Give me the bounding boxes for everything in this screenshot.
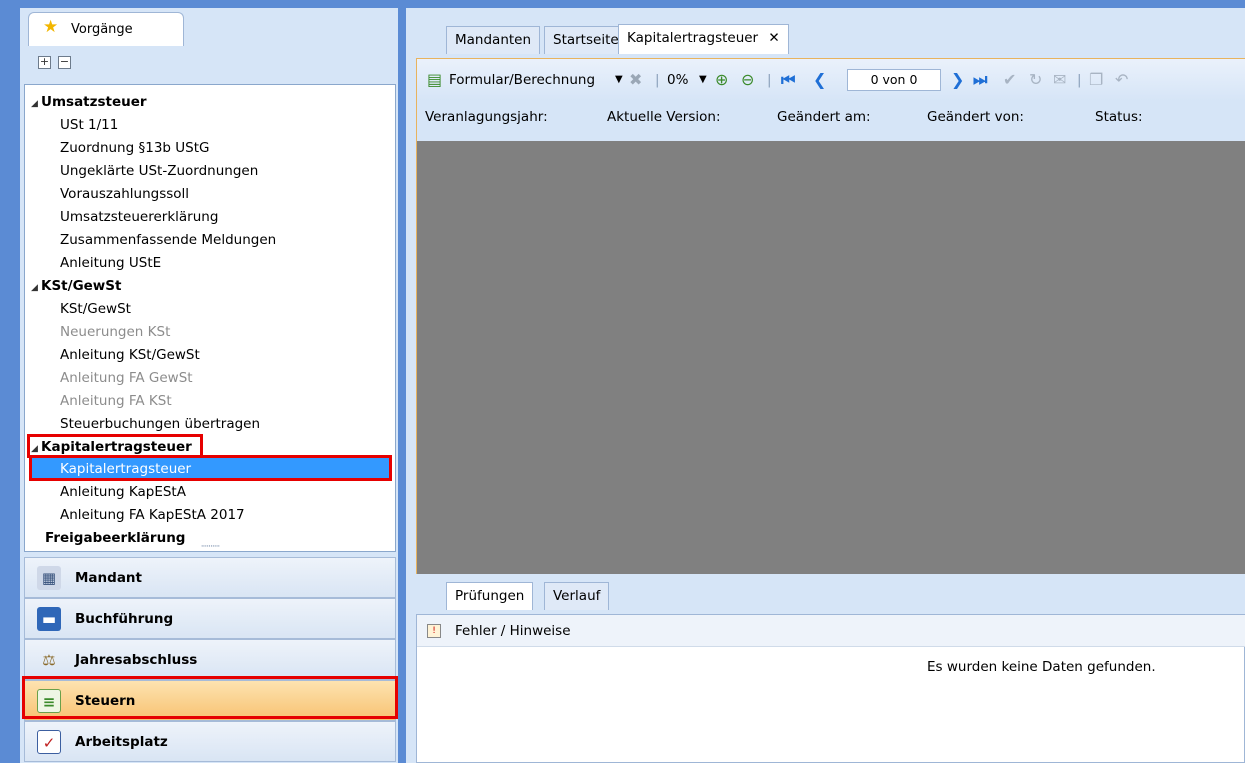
column-status: Status: xyxy=(1095,109,1143,125)
previous-page-icon[interactable]: ❮ xyxy=(813,70,826,90)
tree-group-freigabeerklaerung[interactable]: Freigabeerklärung xyxy=(45,527,185,550)
tree-item[interactable]: Zusammenfassende Meldungen xyxy=(60,229,276,252)
empty-message: Es wurden keine Daten gefunden. xyxy=(927,659,1156,675)
checklist-icon: ✓ xyxy=(37,730,61,754)
tree-item-disabled: Neuerungen KSt xyxy=(60,324,171,340)
last-page-icon[interactable]: ⏭ xyxy=(973,70,987,90)
close-icon[interactable]: ✕ xyxy=(768,30,779,46)
nav-button-steuern[interactable]: ≡ Steuern xyxy=(24,680,396,721)
undo-icon: ↶ xyxy=(1115,70,1129,89)
tree-item[interactable]: Anleitung FA KapEStA 2017 xyxy=(60,504,245,527)
expand-all-icon[interactable]: + xyxy=(38,56,51,69)
zoom-dropdown[interactable]: 0% xyxy=(667,69,688,91)
tree-item[interactable]: USt 1/11 xyxy=(60,114,118,137)
tab-mandanten[interactable]: Mandanten xyxy=(446,26,541,54)
tree-item[interactable]: Anleitung KSt/GewSt xyxy=(60,344,200,367)
tree-item-selected[interactable]: Kapitalertragsteuer xyxy=(30,458,392,481)
check-icon: ✔ xyxy=(1003,70,1017,89)
left-tabbar: ★ Vorgänge xyxy=(20,8,398,48)
tab-pruefungen[interactable]: Prüfungen xyxy=(446,582,534,610)
tab-kapitalertragsteuer[interactable]: Kapitalertragsteuer ✕ xyxy=(618,24,789,54)
form-icon: ▤ xyxy=(427,70,443,89)
application-window: ★ Vorgänge + − ◢ Umsatzsteuer USt 1/11 Zu… xyxy=(0,0,1245,763)
tree-item[interactable]: Steuerbuchungen übertragen xyxy=(60,413,260,436)
chevron-down-icon[interactable]: ▼ xyxy=(615,69,623,91)
star-icon: ★ xyxy=(43,17,59,37)
expanded-triangle-icon[interactable]: ◢ xyxy=(27,277,41,300)
collapse-all-icon[interactable]: − xyxy=(58,56,71,69)
delete-icon: ✖ xyxy=(629,70,643,89)
toolbar-separator: | xyxy=(767,72,772,88)
tree-item[interactable]: Anleitung KapEStA xyxy=(60,481,186,504)
column-geaendert-am: Geändert am: xyxy=(777,109,871,125)
nav-button-arbeitsplatz[interactable]: ✓ Arbeitsplatz xyxy=(24,721,396,762)
form-header-fields: Veranlagungsjahr: Aktuelle Version: Geän… xyxy=(417,101,1245,141)
first-page-icon[interactable]: ⏮ xyxy=(781,70,795,90)
tree-toolbar: + − xyxy=(24,50,396,84)
column-veranlagungsjahr: Veranlagungsjahr: xyxy=(425,109,548,125)
toolbar-separator: | xyxy=(1077,72,1082,88)
mail-icon: ✉ xyxy=(1053,70,1067,89)
messages-header[interactable]: ! Fehler / Hinweise xyxy=(417,615,1245,647)
form-toolbar: ▤ Formular/Berechnung ▼ ✖ | 0% ▼ ⊕ ⊖ | ⏮… xyxy=(417,59,1245,101)
splitter-grip[interactable]: ·········· xyxy=(180,543,240,552)
stack-icon: ❐ xyxy=(1089,70,1104,89)
nav-button-buchfuehrung[interactable]: ▬ Buchführung xyxy=(24,598,396,639)
tab-verlauf[interactable]: Verlauf xyxy=(544,582,610,610)
document-area: Mandanten Startseite Kapitalertragsteuer… xyxy=(406,8,1245,763)
form-dropdown[interactable]: Formular/Berechnung xyxy=(449,69,595,91)
column-aktuelle-version: Aktuelle Version: xyxy=(607,109,721,125)
expanded-triangle-icon[interactable]: ◢ xyxy=(27,93,41,116)
book-icon: ▬ xyxy=(37,607,61,631)
warning-list-icon: ! xyxy=(427,624,441,638)
tree-group-kapitalertragsteuer[interactable]: ◢ Kapitalertragsteuer xyxy=(27,436,192,459)
scales-icon: ⚖ xyxy=(42,651,56,669)
chevron-down-icon[interactable]: ▼ xyxy=(699,69,707,91)
tree-item[interactable]: Zuordnung §13b UStG xyxy=(60,137,209,160)
tab-vorgaenge-label: Vorgänge xyxy=(71,22,133,37)
process-tree: ◢ Umsatzsteuer USt 1/11 Zuordnung §13b US… xyxy=(24,84,396,552)
column-geaendert-von: Geändert von: xyxy=(927,109,1024,125)
refresh-icon: ↻ xyxy=(1029,70,1043,89)
toolbar-separator: | xyxy=(655,72,660,88)
document-tabs: Mandanten Startseite Kapitalertragsteuer… xyxy=(406,8,1245,56)
tree-item[interactable]: KSt/GewSt xyxy=(60,298,131,321)
tab-startseite[interactable]: Startseite xyxy=(544,26,628,54)
next-page-icon[interactable]: ❯ xyxy=(951,70,964,90)
form-content-area xyxy=(417,141,1245,574)
tree-item-disabled: Anleitung FA KSt xyxy=(60,393,172,409)
tree-item[interactable]: Anleitung UStE xyxy=(60,252,161,275)
tree-item-disabled: Anleitung FA GewSt xyxy=(60,370,193,386)
zoom-in-icon[interactable]: ⊕ xyxy=(715,70,728,90)
tree-item[interactable]: Umsatzsteuererklärung xyxy=(60,206,218,229)
tree-group-kst-gewst[interactable]: ◢ KSt/GewSt xyxy=(27,275,121,298)
nav-button-jahresabschluss[interactable]: ⚖ Jahresabschluss xyxy=(24,639,396,680)
zoom-out-icon[interactable]: ⊖ xyxy=(741,70,754,90)
bottom-tabs: Prüfungen Verlauf xyxy=(406,576,1245,616)
tab-vorgaenge[interactable]: ★ Vorgänge xyxy=(28,12,184,46)
messages-panel: ! Fehler / Hinweise Es wurden keine Date… xyxy=(416,614,1245,763)
tax-form-icon: ≡ xyxy=(37,689,61,713)
form-frame: ▤ Formular/Berechnung ▼ ✖ | 0% ▼ ⊕ ⊖ | ⏮… xyxy=(416,58,1245,574)
nav-button-mandant[interactable]: ▦ Mandant xyxy=(24,557,396,598)
tree-item[interactable]: Ungeklärte USt-Zuordnungen xyxy=(60,160,258,183)
left-panel: ★ Vorgänge + − ◢ Umsatzsteuer USt 1/11 Zu… xyxy=(20,8,398,763)
page-counter-input[interactable]: 0 von 0 xyxy=(847,69,941,91)
building-icon: ▦ xyxy=(37,566,61,590)
tree-group-umsatzsteuer[interactable]: ◢ Umsatzsteuer xyxy=(27,91,147,114)
tree-item[interactable]: Vorauszahlungssoll xyxy=(60,183,189,206)
